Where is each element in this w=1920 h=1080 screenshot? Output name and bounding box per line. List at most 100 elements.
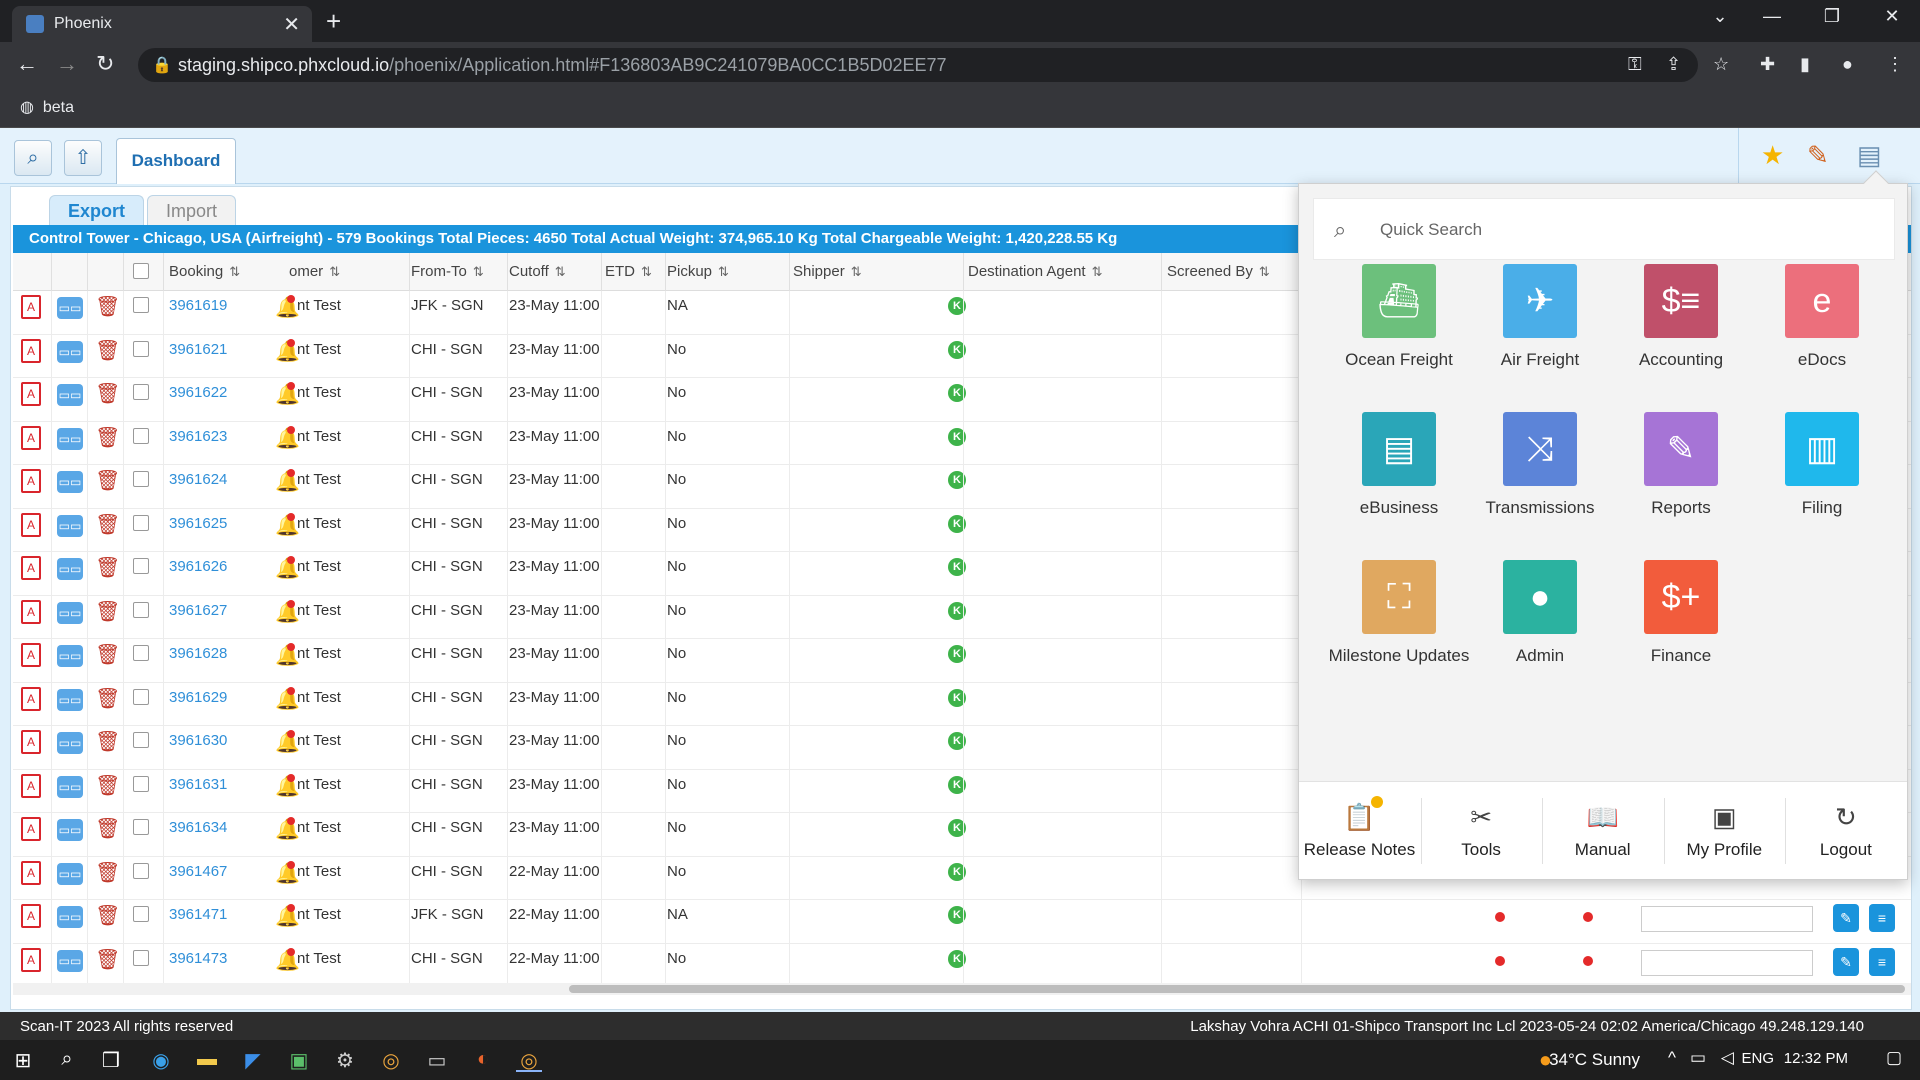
edit-doc-icon[interactable]: ✎ [1833,947,1859,976]
message-icon[interactable]: ▭▭ [57,862,83,885]
row-checkbox[interactable] [133,775,149,792]
message-icon[interactable]: ▭▭ [57,471,83,493]
tile-transmissions[interactable]: ⤨ Transmissions [1470,412,1610,532]
booking-link[interactable]: 3961628 [169,645,227,662]
tools-pencil-icon[interactable]: ✎ [1807,140,1829,171]
trash-icon[interactable]: 🗑 [95,644,120,666]
tray-chevron-icon[interactable]: ^ [1668,1048,1676,1068]
column-header-pickup[interactable]: Pickup ⇅ [667,263,729,280]
volume-icon[interactable]: ◁ [1721,1048,1734,1068]
back-arrow-icon[interactable]: ← [16,51,38,77]
booking-link[interactable]: 3961619 [169,297,227,314]
trash-icon[interactable]: 🗑 [95,383,120,405]
vscode-icon[interactable]: ◤ [240,1048,266,1072]
booking-link[interactable]: 3961623 [169,428,227,445]
app-menu-icon[interactable]: ▤ [1857,140,1882,171]
pdf-icon[interactable]: A [21,643,41,667]
notifications-icon[interactable]: ▢ [1886,1048,1902,1068]
bookmark-star-icon[interactable]: ☆ [1713,54,1729,75]
booking-link[interactable]: 3961467 [169,863,227,880]
row-checkbox[interactable] [133,471,149,487]
booking-link[interactable]: 3961625 [169,515,227,532]
taskbar-search-icon[interactable]: ⌕ [54,1048,80,1072]
column-header-destination-agent[interactable]: Destination Agent ⇅ [968,263,1103,280]
row-checkbox[interactable] [133,427,149,444]
row-checkbox[interactable] [133,384,149,400]
pdf-icon[interactable]: A [21,686,41,711]
tile-ocean-freight[interactable]: ⛴ Ocean Freight [1329,264,1469,384]
message-icon[interactable]: ▭▭ [57,427,83,450]
list-doc-icon[interactable]: ≡ [1869,904,1895,932]
booking-link[interactable]: 3961631 [169,776,227,793]
footer-logout[interactable]: ↻ Logout [1785,782,1906,880]
tile-finance[interactable]: $+ Finance [1611,560,1751,680]
forward-arrow-icon[interactable]: → [56,51,78,77]
password-key-icon[interactable]: ⚿ [1628,54,1642,75]
message-icon[interactable]: ▭▭ [57,514,83,537]
column-header-from-to[interactable]: From-To ⇅ [411,263,484,280]
tab-import[interactable]: Import [147,195,237,225]
table-row[interactable]: A ▭▭ 🗑 3961473 🔔 nt Test CHI - SGN 22-Ma… [13,943,1911,983]
row-checkbox[interactable] [133,514,149,531]
horizontal-scrollbar[interactable] [13,983,1911,995]
trash-icon[interactable]: 🗑 [95,470,120,492]
select-all-checkbox[interactable] [133,263,149,279]
row-checkbox[interactable] [133,297,149,313]
message-icon[interactable]: ▭▭ [57,645,83,667]
postman-icon[interactable]: ◐ [470,1048,496,1072]
trash-icon[interactable]: 🗑 [95,905,120,927]
chrome-browser-icon[interactable]: ◎ [378,1048,404,1072]
trash-icon[interactable]: 🗑 [95,296,120,318]
trash-icon[interactable]: 🗑 [95,862,120,884]
task-view-icon[interactable]: ❒ [98,1048,124,1072]
row-checkbox[interactable] [133,949,149,966]
tile-ebusiness[interactable]: ▤ eBusiness [1329,412,1469,532]
edge-browser-icon[interactable]: ◉ [148,1048,174,1072]
tile-air-freight[interactable]: ✈ Air Freight [1470,264,1610,384]
message-icon[interactable]: ▭▭ [57,384,83,406]
file-explorer-icon[interactable]: ▬ [194,1048,220,1072]
sort-icon[interactable]: ⇅ [1259,264,1270,279]
trash-icon[interactable]: 🗑 [95,688,120,710]
profile-avatar-icon[interactable]: ● [1842,54,1853,75]
clock[interactable]: 12:32 PM [1784,1050,1848,1067]
tile-accounting[interactable]: $≡ Accounting [1611,264,1751,384]
column-header-shipper[interactable]: Shipper ⇅ [793,263,862,280]
address-bar[interactable]: 🔒 staging.shipco.phxcloud.io/phoenix/App… [138,48,1698,82]
message-icon[interactable]: ▭▭ [57,688,83,711]
column-header-customer[interactable]: omer ⇅ [289,263,340,280]
reload-icon[interactable]: ↻ [96,51,114,77]
booking-link[interactable]: 3961634 [169,819,227,836]
booking-link[interactable]: 3961621 [169,341,227,358]
terminal-icon[interactable]: ▭ [424,1048,450,1072]
sort-icon[interactable]: ⇅ [473,264,484,279]
tile-admin[interactable]: ● Admin [1470,560,1610,680]
message-icon[interactable]: ▭▭ [57,732,83,754]
message-icon[interactable]: ▭▭ [57,949,83,972]
language-indicator[interactable]: ENG [1741,1050,1774,1067]
pdf-icon[interactable]: A [21,860,41,885]
pdf-icon[interactable]: A [21,512,41,537]
booking-link[interactable]: 3961471 [169,906,227,923]
column-header-etd[interactable]: ETD ⇅ [605,263,652,280]
trash-icon[interactable]: 🗑 [95,514,120,536]
edit-doc-icon[interactable]: ✎ [1833,904,1859,932]
booking-link[interactable]: 3961473 [169,950,227,967]
message-icon[interactable]: ▭▭ [57,297,83,319]
message-icon[interactable]: ▭▭ [57,906,83,928]
upload-button[interactable]: ⇧ [64,140,102,176]
trash-icon[interactable]: 🗑 [95,731,120,753]
booking-link[interactable]: 3961630 [169,732,227,749]
share-icon[interactable]: ⇪ [1666,54,1681,75]
column-header-screened-by[interactable]: Screened By ⇅ [1167,263,1270,280]
row-checkbox[interactable] [133,601,149,618]
pdf-icon[interactable]: A [21,599,41,624]
browser-tab[interactable]: Phoenix ✕ [12,6,312,42]
bookmark-beta[interactable]: ◍ beta [20,97,74,117]
pdf-icon[interactable]: A [21,425,41,450]
quick-search-box[interactable]: ⌕ [1313,198,1895,260]
close-tab-icon[interactable]: ✕ [283,12,300,37]
pdf-icon[interactable]: A [21,947,41,972]
tab-dashboard[interactable]: Dashboard [116,138,236,184]
side-panel-icon[interactable]: ▮ [1800,54,1810,75]
